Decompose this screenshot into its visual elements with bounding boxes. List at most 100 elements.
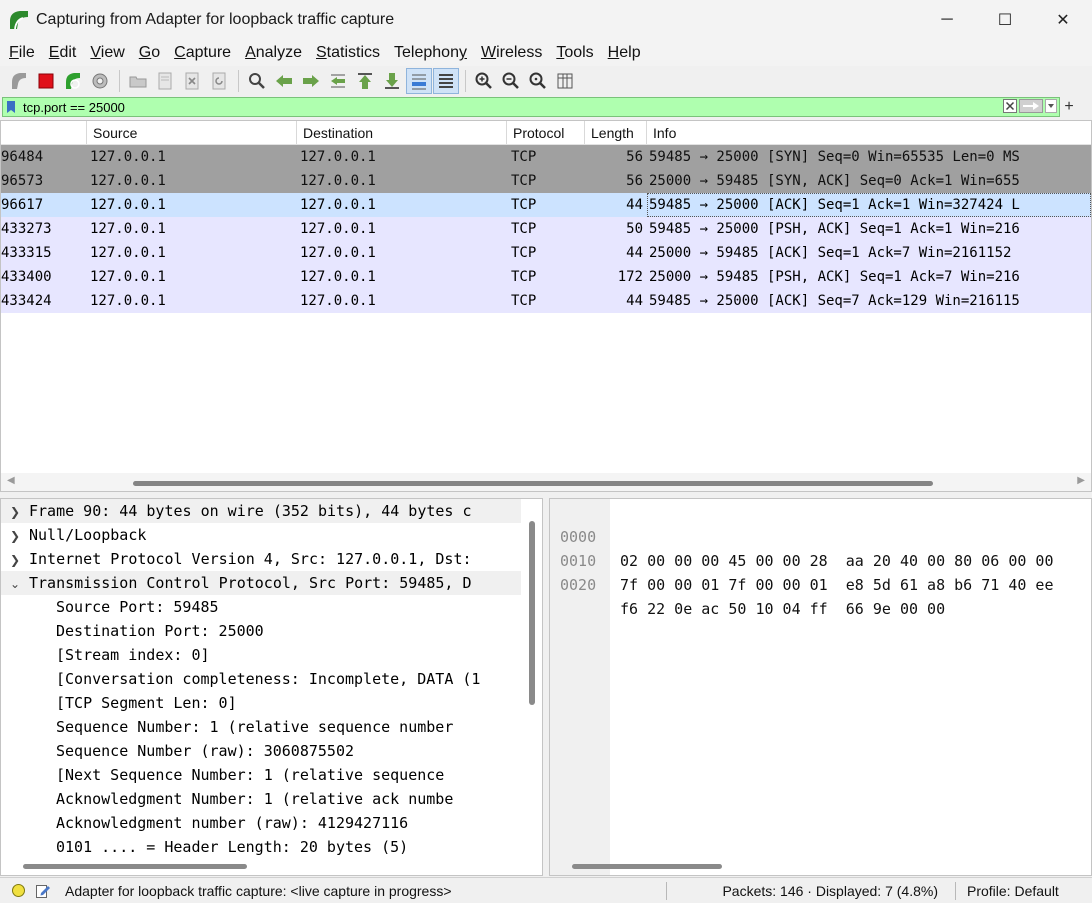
packet-destination: 127.0.0.1 xyxy=(300,269,376,285)
packet-info: 59485 → 25000 [PSH, ACK] Seq=1 Ack=1 Win… xyxy=(649,221,1020,237)
tree-item-ipv4[interactable]: ❯ Internet Protocol Version 4, Src: 127.0… xyxy=(1,547,521,571)
packet-row[interactable]: 433424 127.0.0.1 127.0.0.1 TCP 44 59485 … xyxy=(1,289,1091,313)
expert-info-status-icon[interactable] xyxy=(12,884,25,897)
close-file-icon[interactable] xyxy=(179,68,205,94)
tree-field[interactable]: [Next Sequence Number: 1 (relative seque… xyxy=(1,763,521,787)
column-header-protocol[interactable]: Protocol xyxy=(507,121,585,144)
go-first-icon[interactable] xyxy=(352,68,378,94)
zoom-in-icon[interactable] xyxy=(471,68,497,94)
menu-wireless[interactable]: Wireless xyxy=(474,44,549,62)
byte-hex[interactable]: 7f 00 00 01 7f 00 00 01 e8 5d 61 a8 b6 7… xyxy=(620,573,1053,597)
open-file-icon[interactable] xyxy=(125,68,151,94)
add-filter-button-icon[interactable]: + xyxy=(1062,97,1076,117)
packet-row[interactable]: 433273 127.0.0.1 127.0.0.1 TCP 50 59485 … xyxy=(1,217,1091,241)
menu-view[interactable]: View xyxy=(83,44,131,62)
details-vertical-scrollbar[interactable] xyxy=(529,521,535,705)
stop-capture-icon[interactable] xyxy=(33,68,59,94)
go-to-packet-icon[interactable] xyxy=(325,68,351,94)
tree-item-frame[interactable]: ❯ Frame 90: 44 bytes on wire (352 bits), … xyxy=(1,499,521,523)
capture-options-icon[interactable] xyxy=(87,68,113,94)
go-back-icon[interactable] xyxy=(271,68,297,94)
packet-list-header: Source Destination Protocol Length Info xyxy=(1,121,1091,145)
go-last-icon[interactable] xyxy=(379,68,405,94)
menu-capture[interactable]: Capture xyxy=(167,44,238,62)
chevron-right-icon[interactable]: ❯ xyxy=(1,548,29,571)
bytes-horizontal-scrollbar[interactable] xyxy=(572,864,722,869)
tree-field[interactable]: Acknowledgment number (raw): 4129427116 xyxy=(1,811,521,835)
packet-row[interactable]: 433400 127.0.0.1 127.0.0.1 TCP 172 25000… xyxy=(1,265,1091,289)
chevron-down-icon[interactable]: ⌄ xyxy=(1,572,29,595)
chevron-right-icon[interactable]: ❯ xyxy=(1,500,29,523)
packet-row[interactable]: 433315 127.0.0.1 127.0.0.1 TCP 44 25000 … xyxy=(1,241,1091,265)
packet-length: 44 xyxy=(626,197,643,213)
packet-time: 433273 xyxy=(1,221,52,237)
packet-row-selected[interactable]: 96617 127.0.0.1 127.0.0.1 TCP 44 59485 →… xyxy=(1,193,1091,217)
display-filter-input[interactable] xyxy=(19,98,1003,116)
column-header-length[interactable]: Length xyxy=(585,121,647,144)
recent-filters-dropdown-icon[interactable] xyxy=(1045,98,1057,116)
tree-field[interactable]: [TCP Segment Len: 0] xyxy=(1,691,521,715)
column-header-destination[interactable]: Destination xyxy=(297,121,507,144)
packet-source: 127.0.0.1 xyxy=(90,149,166,165)
scrollbar-thumb[interactable] xyxy=(133,481,933,486)
tree-field[interactable]: Acknowledgment Number: 1 (relative ack n… xyxy=(1,787,521,811)
chevron-right-icon[interactable]: ❯ xyxy=(1,524,29,547)
colorize-icon[interactable] xyxy=(433,68,459,94)
go-forward-icon[interactable] xyxy=(298,68,324,94)
menu-statistics[interactable]: Statistics xyxy=(309,44,387,62)
packet-info: 59485 → 25000 [SYN] Seq=0 Win=65535 Len=… xyxy=(649,149,1020,165)
tree-field[interactable]: Source Port: 59485 xyxy=(1,595,521,619)
byte-hex[interactable]: f6 22 0e ac 50 10 04 ff 66 9e 00 00 xyxy=(620,597,945,621)
packet-list-horizontal-scrollbar[interactable]: ◀ ▶ xyxy=(1,473,1091,491)
restart-capture-icon[interactable] xyxy=(60,68,86,94)
column-header-source[interactable]: Source xyxy=(87,121,297,144)
scroll-right-icon[interactable]: ▶ xyxy=(1077,475,1085,486)
tree-item-null-loopback[interactable]: ❯ Null/Loopback xyxy=(1,523,521,547)
packet-length: 172 xyxy=(617,269,643,285)
tree-field[interactable]: [Stream index: 0] xyxy=(1,643,521,667)
filter-bookmark-icon[interactable] xyxy=(3,98,19,116)
packet-row[interactable]: 96573 127.0.0.1 127.0.0.1 TCP 56 25000 →… xyxy=(1,169,1091,193)
start-capture-icon[interactable] xyxy=(6,68,32,94)
auto-scroll-icon[interactable] xyxy=(406,68,432,94)
edit-comment-icon[interactable] xyxy=(35,883,51,899)
tree-item-tcp[interactable]: ⌄ Transmission Control Protocol, Src Port… xyxy=(1,571,521,595)
menu-analyze[interactable]: Analyze xyxy=(238,44,309,62)
tree-field[interactable]: [Conversation completeness: Incomplete, … xyxy=(1,667,521,691)
menu-telephony[interactable]: Telephony xyxy=(387,44,474,62)
menu-go[interactable]: Go xyxy=(132,44,167,62)
tree-field[interactable]: Sequence Number: 1 (relative sequence nu… xyxy=(1,715,521,739)
menu-bar: File Edit View Go Capture Analyze Statis… xyxy=(0,40,1092,66)
scroll-left-icon[interactable]: ◀ xyxy=(7,475,15,486)
column-header-time[interactable] xyxy=(1,121,87,144)
packet-info: 59485 → 25000 [ACK] Seq=1 Ack=1 Win=3274… xyxy=(647,193,1091,217)
byte-row: 0020 f6 22 0e ac 50 10 04 ff 66 9e 00 00 xyxy=(550,549,945,618)
tree-field[interactable]: Sequence Number (raw): 3060875502 xyxy=(1,739,521,763)
apply-filter-icon[interactable] xyxy=(1019,98,1043,116)
packet-protocol: TCP xyxy=(511,221,537,237)
find-packet-icon[interactable] xyxy=(244,68,270,94)
details-horizontal-scrollbar[interactable] xyxy=(23,864,247,869)
profile-status[interactable]: Profile: Default xyxy=(963,883,1059,899)
save-file-icon[interactable] xyxy=(152,68,178,94)
maximize-button[interactable]: ☐ xyxy=(976,0,1034,40)
menu-edit[interactable]: Edit xyxy=(42,44,84,62)
minimize-button[interactable]: ─ xyxy=(918,0,976,40)
toolbar-separator xyxy=(465,70,466,92)
zoom-normal-icon[interactable] xyxy=(525,68,551,94)
packet-row[interactable]: 96484 127.0.0.1 127.0.0.1 TCP 56 59485 →… xyxy=(1,145,1091,169)
packet-destination: 127.0.0.1 xyxy=(300,245,376,261)
byte-hex[interactable]: 02 00 00 00 45 00 00 28 aa 20 40 00 80 0… xyxy=(620,549,1053,573)
menu-tools[interactable]: Tools xyxy=(549,44,600,62)
column-header-info[interactable]: Info xyxy=(647,121,1091,144)
tree-field[interactable]: 0101 .... = Header Length: 20 bytes (5) xyxy=(1,835,521,859)
reload-file-icon[interactable] xyxy=(206,68,232,94)
clear-filter-icon[interactable] xyxy=(1003,98,1017,116)
byte-row: 0000 02 00 00 00 45 00 00 28 aa 20 40 00… xyxy=(550,501,1053,570)
menu-file[interactable]: File xyxy=(2,44,42,62)
tree-field[interactable]: Destination Port: 25000 xyxy=(1,619,521,643)
close-button[interactable]: ✕ xyxy=(1034,0,1092,40)
resize-columns-icon[interactable] xyxy=(552,68,578,94)
menu-help[interactable]: Help xyxy=(601,44,648,62)
zoom-out-icon[interactable] xyxy=(498,68,524,94)
